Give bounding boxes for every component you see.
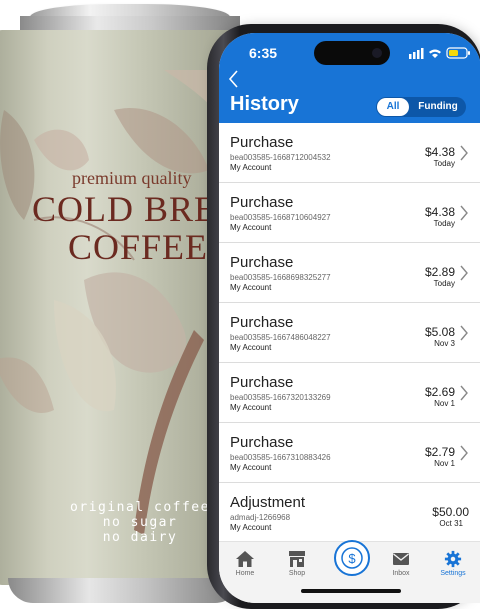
transaction-row[interactable]: Purchase bea003585-1668710604927 My Acco… bbox=[219, 183, 480, 243]
transaction-date: Nov 1 bbox=[434, 459, 455, 468]
chevron-right-icon bbox=[460, 325, 468, 341]
coffee-can-image: premium quality COLD BRE COFFEE original… bbox=[0, 0, 240, 603]
transaction-amount: $2.79 bbox=[424, 445, 455, 459]
wifi-icon bbox=[429, 49, 441, 58]
status-icons bbox=[409, 47, 470, 59]
transaction-type: Purchase bbox=[230, 314, 294, 331]
tab-home[interactable]: Home bbox=[219, 542, 271, 586]
camera-dot bbox=[372, 48, 382, 58]
transaction-row[interactable]: Purchase bea003585-1668698325277 My Acco… bbox=[219, 243, 480, 303]
transaction-date: Oct 31 bbox=[439, 519, 463, 528]
chevron-right-icon bbox=[460, 445, 468, 461]
tab-pay[interactable]: $ bbox=[324, 540, 376, 586]
dynamic-island bbox=[314, 41, 390, 65]
transaction-amount: $50.00 bbox=[432, 505, 469, 519]
can-footer-line-3: no dairy bbox=[102, 530, 178, 545]
transaction-id: bea003585-1667320133269 bbox=[230, 393, 331, 402]
tab-shop[interactable]: Shop bbox=[271, 542, 323, 586]
filter-all-tab[interactable]: All bbox=[377, 98, 409, 116]
can-brand-line-2: COFFEE bbox=[68, 227, 209, 267]
transaction-account: My Account bbox=[230, 403, 272, 412]
can-bottom bbox=[8, 578, 240, 603]
transaction-date: Nov 3 bbox=[434, 339, 455, 348]
transaction-amount: $2.89 bbox=[424, 265, 455, 279]
transaction-type: Purchase bbox=[230, 194, 294, 211]
transaction-type: Purchase bbox=[230, 254, 294, 271]
transaction-date: Today bbox=[433, 219, 455, 228]
tab-label: Inbox bbox=[392, 570, 410, 577]
transaction-type: Adjustment bbox=[230, 494, 306, 511]
transaction-id: bea003585-1668712004532 bbox=[230, 153, 331, 162]
chevron-right-icon bbox=[460, 205, 468, 221]
filter-segmented-control: All Funding bbox=[376, 97, 466, 117]
home-icon bbox=[236, 551, 254, 567]
header: 6:35 History All Funding bbox=[219, 33, 480, 123]
transaction-id: bea003585-1668698325277 bbox=[230, 273, 331, 282]
signal-icon bbox=[409, 54, 412, 59]
transaction-date: Today bbox=[433, 159, 455, 168]
transaction-account: My Account bbox=[230, 343, 272, 352]
can-footer-line-1: original coffee bbox=[70, 500, 210, 515]
tab-label: Shop bbox=[288, 570, 306, 577]
shop-icon bbox=[289, 551, 305, 567]
transaction-list: Purchase bea003585-1668712004532 My Acco… bbox=[219, 123, 480, 543]
home-indicator bbox=[301, 589, 401, 593]
svg-text:$: $ bbox=[348, 551, 356, 566]
mail-icon bbox=[393, 553, 409, 565]
can-footer-line-2: no sugar bbox=[102, 515, 178, 530]
transaction-account: My Account bbox=[230, 463, 272, 472]
transaction-amount: $2.69 bbox=[424, 385, 455, 399]
transaction-type: Purchase bbox=[230, 374, 294, 391]
transaction-row[interactable]: Purchase bea003585-1667310883426 My Acco… bbox=[219, 423, 480, 483]
transaction-date: Nov 1 bbox=[434, 399, 455, 408]
transaction-account: My Account bbox=[230, 223, 272, 232]
tab-settings[interactable]: Settings bbox=[427, 542, 479, 586]
status-time: 6:35 bbox=[249, 45, 278, 61]
transaction-row[interactable]: Adjustment admadj-1266968 My Account $50… bbox=[219, 483, 480, 543]
transaction-row[interactable]: Purchase bea003585-1668712004532 My Acco… bbox=[219, 123, 480, 183]
transaction-type: Purchase bbox=[230, 434, 294, 451]
can-tagline: premium quality bbox=[72, 168, 192, 188]
chevron-right-icon bbox=[460, 265, 468, 281]
transaction-amount: $5.08 bbox=[424, 325, 455, 339]
dollar-circle-icon: $ bbox=[341, 547, 363, 569]
transaction-row[interactable]: Purchase bea003585-1667320133269 My Acco… bbox=[219, 363, 480, 423]
transaction-type: Purchase bbox=[230, 134, 294, 151]
transaction-account: My Account bbox=[230, 283, 272, 292]
transaction-amount: $4.38 bbox=[424, 205, 455, 219]
tab-label: Settings bbox=[440, 570, 466, 577]
transaction-amount: $4.38 bbox=[424, 145, 455, 159]
transaction-id: bea003585-1667310883426 bbox=[230, 453, 331, 462]
bottom-tab-bar: Home Shop $ Inbox Settings bbox=[219, 540, 480, 603]
chevron-left-icon bbox=[228, 70, 238, 88]
tab-label: Home bbox=[235, 570, 255, 577]
transaction-id: bea003585-1667486048227 bbox=[230, 333, 331, 342]
transaction-row[interactable]: Purchase bea003585-1667486048227 My Acco… bbox=[219, 303, 480, 363]
chevron-right-icon bbox=[460, 145, 468, 161]
transaction-id: admadj-1266968 bbox=[230, 513, 291, 522]
transaction-account: My Account bbox=[230, 163, 272, 172]
back-button[interactable] bbox=[227, 69, 247, 91]
transaction-id: bea003585-1668710604927 bbox=[230, 213, 331, 222]
can-brand-line-1: COLD BRE bbox=[32, 189, 218, 229]
transaction-date: Today bbox=[433, 279, 455, 288]
page-title: History bbox=[230, 93, 299, 115]
pay-button: $ bbox=[334, 540, 370, 576]
gear-icon bbox=[444, 550, 462, 568]
tab-inbox[interactable]: Inbox bbox=[375, 542, 427, 586]
filter-funding-tab[interactable]: Funding bbox=[412, 98, 464, 116]
chevron-right-icon bbox=[460, 385, 468, 401]
phone-screen: 6:35 History All Funding Purchase bea003… bbox=[219, 33, 480, 603]
transaction-account: My Account bbox=[230, 523, 272, 532]
